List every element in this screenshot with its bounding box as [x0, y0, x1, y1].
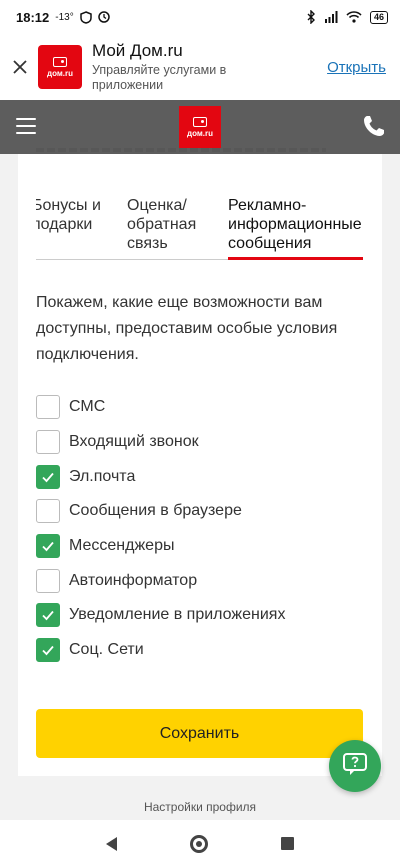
checkbox[interactable] [36, 430, 60, 455]
option-label: Входящий звонок [69, 433, 199, 451]
app-description: Управляйте услугами в приложении [92, 63, 227, 92]
checkbox-checked[interactable] [36, 603, 60, 628]
shield-icon [79, 10, 92, 24]
battery-indicator: 46 [369, 10, 388, 24]
tab-bonuses-label: Бонусы и подарки [36, 197, 101, 233]
wifi-icon [346, 11, 362, 23]
option-label: Соц. Сети [69, 641, 144, 659]
option-sms[interactable]: СМС [36, 390, 366, 425]
tabs: Бонусы и подарки Оценка/ обратная связь … [18, 154, 382, 261]
option-label: Мессенджеры [69, 537, 175, 555]
option-label: Уведомление в приложениях [69, 606, 286, 624]
option-messengers[interactable]: Мессенджеры [36, 529, 366, 564]
tab-feedback-label: Оценка/ обратная связь [127, 197, 197, 252]
signal-icon [324, 11, 338, 23]
app-icon-text: дом.ru [47, 68, 73, 78]
option-browser-messages[interactable]: Сообщения в браузере [36, 494, 366, 529]
checkbox-checked[interactable] [36, 638, 60, 663]
app-banner: дом.ru Мой Дом.ru Управляйте услугами в … [0, 34, 400, 100]
option-social-networks[interactable]: Соц. Сети [36, 633, 366, 668]
checkbox-checked[interactable] [36, 534, 60, 559]
logo-text: дом.ru [187, 128, 213, 138]
active-tab-indicator [228, 257, 363, 260]
phone-icon[interactable] [362, 114, 386, 143]
settings-card: Бонусы и подарки Оценка/ обратная связь … [18, 148, 382, 776]
status-bar: 18:12 -13° 46 [0, 0, 400, 34]
footer-profile-settings: Настройки профиля [143, 800, 257, 814]
system-nav-bar [0, 820, 400, 867]
status-temperature: -13° [55, 11, 74, 23]
checkbox-checked[interactable] [36, 464, 60, 489]
save-button[interactable]: Сохранить [36, 709, 363, 758]
site-logo[interactable]: дом.ru [179, 106, 221, 148]
close-icon[interactable] [10, 57, 30, 77]
tab-bonuses[interactable]: Бонусы и подарки [36, 196, 118, 234]
option-label: СМС [69, 398, 106, 416]
checkbox[interactable] [36, 395, 60, 420]
option-autoinformer[interactable]: Автоинформатор [36, 563, 366, 598]
option-email[interactable]: Эл.почта [36, 459, 366, 494]
recent-apps-icon[interactable] [280, 837, 294, 850]
app-name: Мой Дом.ru [92, 41, 183, 60]
option-label: Эл.почта [69, 467, 136, 485]
channel-options: СМС Входящий звонок Эл.почта Сообщения в… [36, 390, 366, 668]
tab-feedback[interactable]: Оценка/ обратная связь [127, 196, 219, 253]
intro-text: Покажем, какие еще возможности вам досту… [36, 294, 338, 363]
clock-icon [97, 11, 110, 23]
open-app-link[interactable]: Открыть [327, 59, 386, 76]
checkbox[interactable] [36, 568, 60, 593]
option-incoming-call[interactable]: Входящий звонок [36, 425, 366, 460]
help-chat-button[interactable] [329, 740, 381, 792]
help-chat-icon [342, 751, 368, 782]
option-label: Автоинформатор [69, 571, 198, 589]
checkbox[interactable] [36, 499, 60, 524]
bluetooth-icon [307, 10, 316, 24]
back-icon[interactable] [106, 836, 118, 851]
tab-promo-messages[interactable]: Рекламно-информационные сообщения [228, 196, 378, 253]
status-time: 18:12 [16, 9, 50, 25]
option-label: Сообщения в браузере [69, 502, 242, 520]
home-icon[interactable] [189, 834, 208, 853]
tab-promo-label: Рекламно-информационные сообщения [228, 197, 362, 252]
app-logo-icon: дом.ru [38, 45, 82, 89]
menu-icon[interactable] [16, 118, 36, 134]
option-app-notifications[interactable]: Уведомление в приложениях [36, 598, 366, 633]
